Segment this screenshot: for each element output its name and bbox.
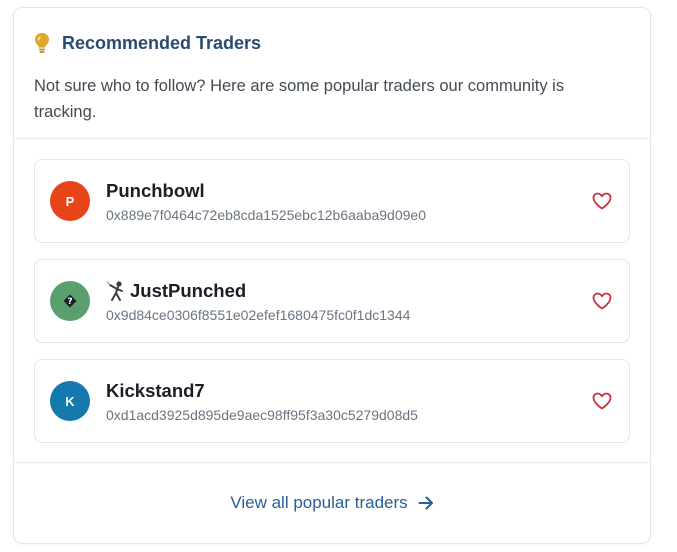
panel-footer: View all popular traders bbox=[14, 462, 650, 543]
lightbulb-icon bbox=[34, 32, 50, 54]
trader-address: 0x9d84ce0306f8551e02efef1680475fc0f1dc13… bbox=[106, 306, 411, 323]
panel-header: Recommended Traders Not sure who to foll… bbox=[14, 8, 650, 139]
favorite-heart-icon[interactable] bbox=[591, 390, 613, 412]
avatar: K bbox=[50, 381, 90, 421]
trader-info: JustPunched 0x9d84ce0306f8551e02efef1680… bbox=[106, 280, 591, 323]
panel-title: Recommended Traders bbox=[62, 32, 262, 53]
trader-name-label: JustPunched bbox=[130, 279, 247, 301]
recommended-traders-panel: Recommended Traders Not sure who to foll… bbox=[13, 7, 651, 544]
avatar-placeholder-icon: ? bbox=[63, 294, 77, 308]
trader-info: Punchbowl 0x889e7f0464c72eb8cda1525ebc12… bbox=[106, 180, 591, 223]
panel-description: Not sure who to follow? Here are some po… bbox=[34, 77, 565, 121]
trader-address: 0xd1acd3925d895de9aec98ff95f3a30c5279d08… bbox=[106, 406, 418, 423]
svg-text:?: ? bbox=[67, 297, 72, 307]
trader-list: P Punchbowl 0x889e7f0464c72eb8cda1525ebc… bbox=[14, 139, 650, 443]
arrow-right-icon bbox=[418, 496, 434, 510]
trader-card-justpunched[interactable]: ? JustPunched 0x9d84ce0306f8551e02efef16… bbox=[34, 259, 630, 343]
view-all-traders-link[interactable]: View all popular traders bbox=[230, 493, 433, 513]
trader-name: Kickstand7 bbox=[106, 380, 591, 402]
avatar: ? bbox=[50, 281, 90, 321]
fencer-emoji-icon bbox=[106, 280, 128, 302]
favorite-heart-icon[interactable] bbox=[591, 190, 613, 212]
avatar: P bbox=[50, 181, 90, 221]
trader-address: 0x889e7f0464c72eb8cda1525ebc12b6aaba9d09… bbox=[106, 206, 426, 223]
trader-card-punchbowl[interactable]: P Punchbowl 0x889e7f0464c72eb8cda1525ebc… bbox=[34, 159, 630, 243]
view-all-label: View all popular traders bbox=[230, 493, 408, 512]
trader-name: Punchbowl bbox=[106, 180, 591, 202]
trader-name: JustPunched bbox=[106, 280, 591, 302]
panel-title-row: Recommended Traders bbox=[34, 28, 630, 58]
trader-name-label: Punchbowl bbox=[106, 179, 205, 201]
favorite-heart-icon[interactable] bbox=[591, 290, 613, 312]
trader-name-label: Kickstand7 bbox=[106, 379, 205, 401]
trader-card-kickstand7[interactable]: K Kickstand7 0xd1acd3925d895de9aec98ff95… bbox=[34, 359, 630, 443]
trader-info: Kickstand7 0xd1acd3925d895de9aec98ff95f3… bbox=[106, 380, 591, 423]
